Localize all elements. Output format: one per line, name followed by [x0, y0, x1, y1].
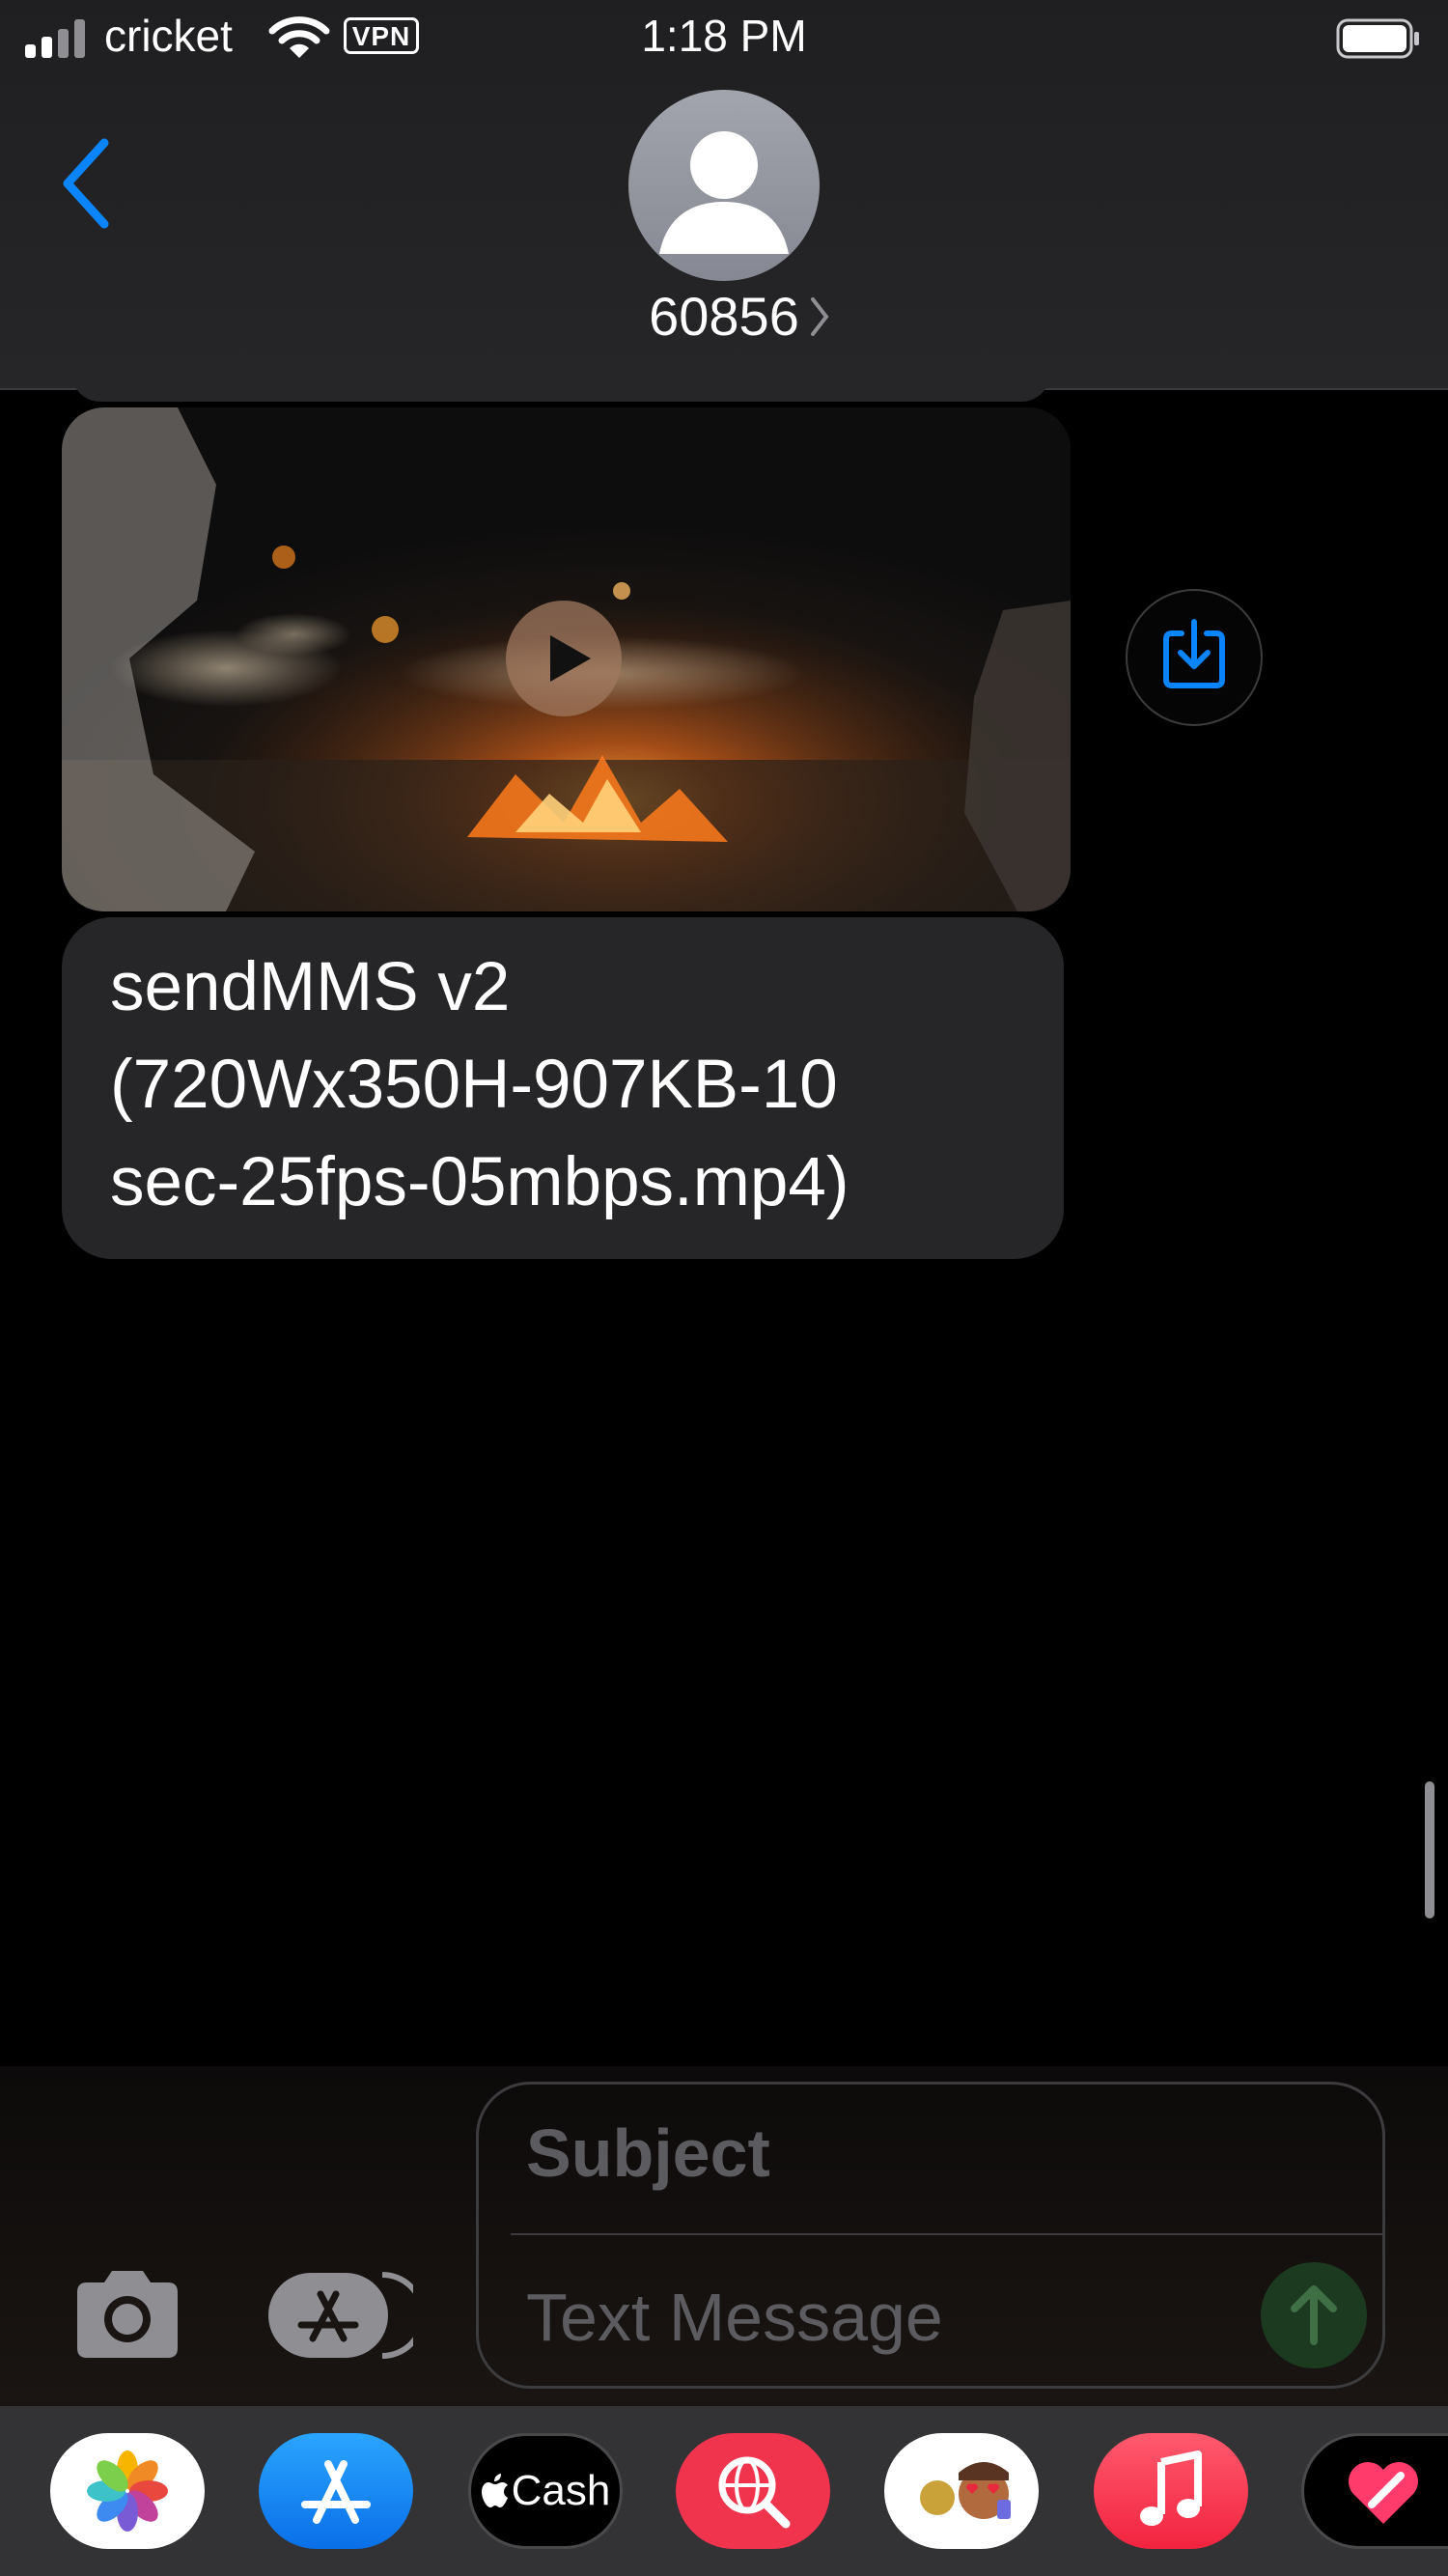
scrollbar[interactable]	[1425, 1781, 1434, 1918]
previous-message-bubble	[71, 373, 1050, 402]
text-message-bubble[interactable]: sendMMS v2 (720Wx350H-907KB-10 sec-25fps…	[62, 917, 1064, 1259]
photos-icon	[87, 2450, 168, 2532]
photos-app-button[interactable]	[50, 2433, 205, 2549]
digital-touch-app-button[interactable]	[1301, 2433, 1448, 2549]
play-icon	[550, 635, 591, 682]
app-store-icon[interactable]	[268, 2269, 413, 2362]
subject-input[interactable]: Subject	[526, 2114, 1318, 2192]
send-arrow-icon	[1291, 2285, 1337, 2345]
globe-search-icon	[718, 2456, 791, 2529]
memoji-app-button[interactable]	[884, 2433, 1039, 2549]
message-text-line: sendMMS v2	[110, 949, 511, 1025]
memoji-icon	[920, 2462, 1011, 2519]
heart-icon	[1349, 2462, 1418, 2524]
back-chevron-icon[interactable]	[54, 135, 122, 232]
camera-icon[interactable]	[68, 2265, 187, 2362]
apple-cash-app-button[interactable]: Cash	[468, 2433, 623, 2549]
app-store-app-button[interactable]	[259, 2433, 413, 2549]
message-text-line: (720Wx350H-907KB-10	[110, 1047, 838, 1123]
apple-logo-icon	[481, 2474, 508, 2507]
app-store-icon	[301, 2460, 371, 2524]
compose-divider	[511, 2233, 1385, 2235]
chevron-right-icon[interactable]	[809, 294, 830, 340]
save-video-button[interactable]	[1126, 589, 1263, 726]
music-note-icon	[1140, 2450, 1202, 2526]
music-app-button[interactable]	[1094, 2433, 1248, 2549]
text-message-input[interactable]: Text Message	[526, 2279, 1202, 2356]
image-search-app-button[interactable]	[676, 2433, 830, 2549]
apple-cash-label: Cash	[511, 2467, 611, 2514]
message-text-line: sec-25fps-05mbps.mp4)	[110, 1144, 849, 1220]
avatar-person-icon[interactable]	[628, 90, 820, 281]
contact-name[interactable]: 60856	[0, 285, 1448, 348]
save-download-icon	[1163, 619, 1225, 688]
play-button[interactable]	[506, 601, 622, 716]
send-button[interactable]	[1261, 2262, 1367, 2368]
battery-icon	[1336, 18, 1419, 59]
status-time: 1:18 PM	[641, 11, 807, 61]
